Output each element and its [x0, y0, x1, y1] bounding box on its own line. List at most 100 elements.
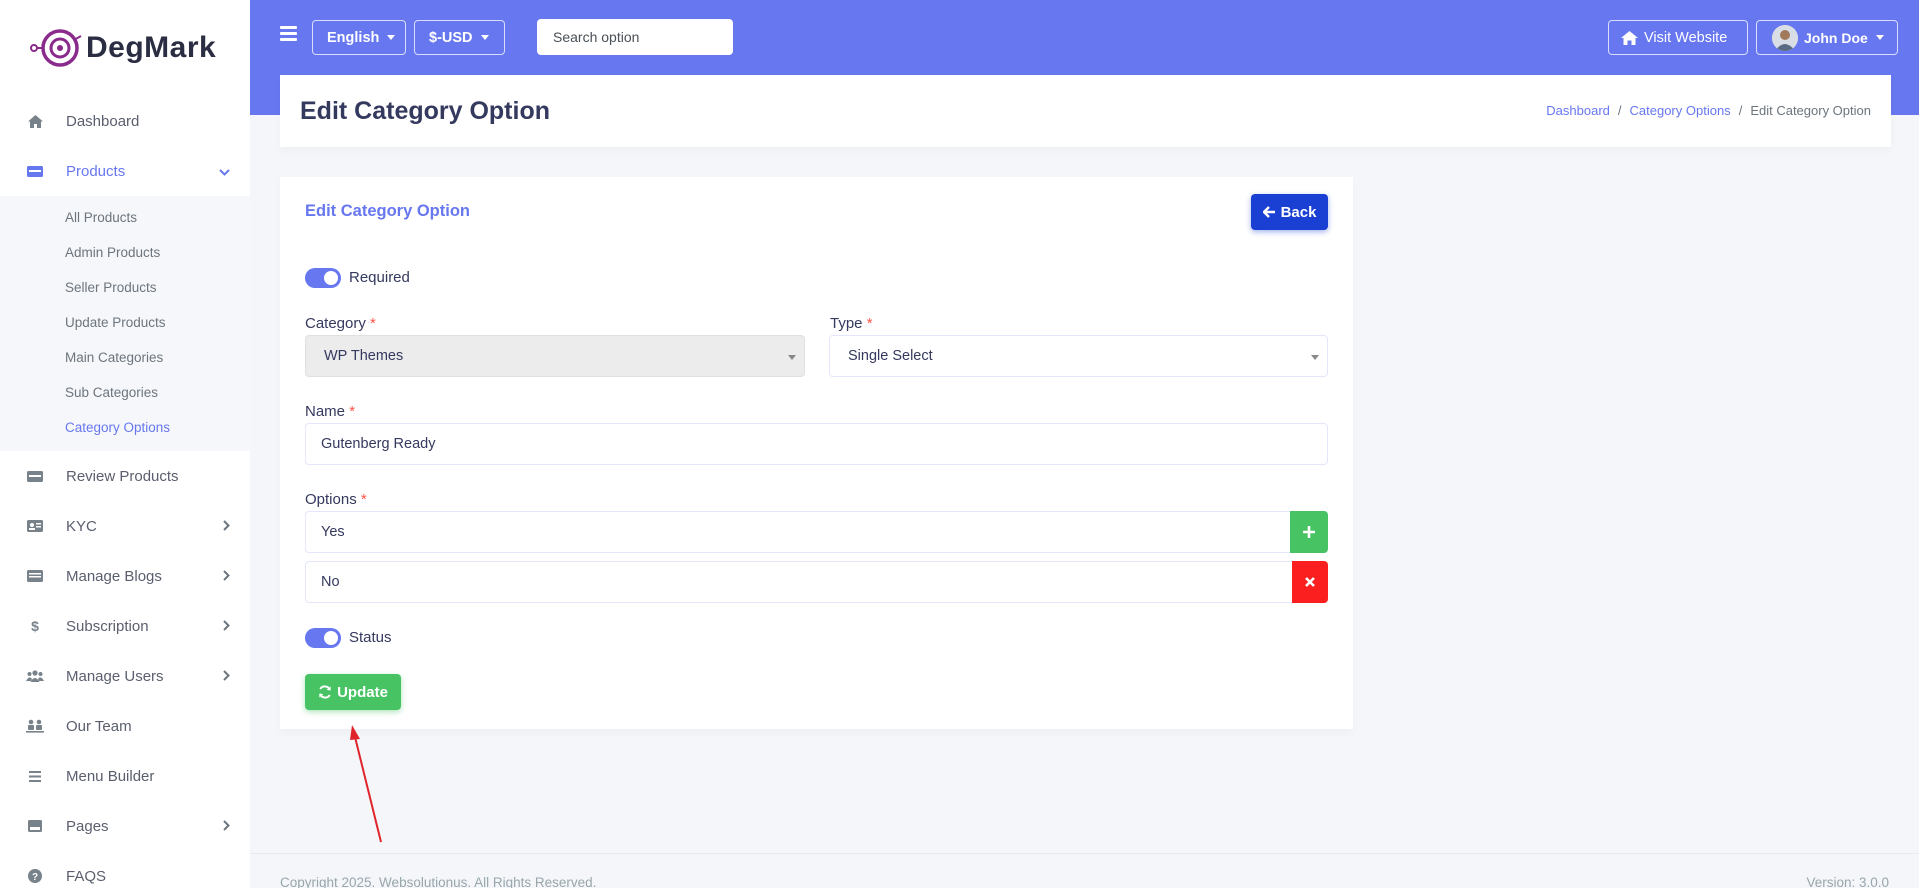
sidebar-item-dashboard[interactable]: Dashboard: [0, 96, 250, 146]
category-select[interactable]: WP Themes: [305, 335, 805, 377]
sidebar-item-review-products[interactable]: Review Products: [0, 451, 250, 501]
sidebar-item-main-categories[interactable]: Main Categories: [0, 340, 250, 375]
options-label-text: Options: [305, 491, 357, 508]
id-card-icon: [26, 520, 44, 532]
sidebar-item-label: Manage Users: [66, 667, 164, 685]
dropdown-arrow-icon: [788, 355, 796, 360]
question-icon: ?: [26, 869, 44, 883]
visit-website-button[interactable]: Visit Website: [1608, 20, 1748, 55]
plus-icon: [1303, 526, 1315, 538]
home-icon: [1621, 30, 1638, 45]
status-toggle[interactable]: [305, 628, 341, 648]
version-text: Version: 3.0.0: [1806, 875, 1889, 888]
list-icon: [26, 770, 44, 782]
option-input[interactable]: No: [305, 561, 1293, 603]
sidebar-item-label: Products: [66, 162, 126, 180]
user-name: John Doe: [1804, 29, 1868, 46]
sidebar-item-label: Menu Builder: [66, 767, 155, 785]
visit-website-label: Visit Website: [1644, 29, 1728, 46]
language-dropdown[interactable]: English: [312, 20, 406, 55]
option-input[interactable]: Yes: [305, 511, 1291, 553]
sidebar-item-category-options[interactable]: Category Options: [0, 410, 250, 445]
caret-down-icon: [387, 35, 396, 40]
search-input[interactable]: [537, 19, 733, 55]
sidebar-item-pages[interactable]: Pages: [0, 801, 250, 851]
sidebar-item-update-products[interactable]: Update Products: [0, 305, 250, 340]
page-title: Edit Category Option: [300, 96, 550, 125]
sidebar-item-label: FAQS: [66, 867, 107, 885]
sidebar-item-label: KYC: [66, 517, 97, 535]
edit-form-card: Edit Category Option Back Required Categ…: [280, 177, 1353, 729]
logo-icon: [30, 26, 84, 70]
caret-down-icon: [480, 35, 489, 40]
category-label: Category *: [305, 315, 376, 332]
type-label: Type *: [830, 315, 873, 332]
menu-toggle-icon[interactable]: [280, 26, 297, 44]
name-label: Name *: [305, 403, 355, 420]
sidebar-item-label: Review Products: [66, 467, 179, 485]
category-label-text: Category: [305, 315, 366, 332]
brand-name: DegMark: [86, 31, 217, 64]
back-button[interactable]: Back: [1251, 194, 1328, 230]
team-icon: [26, 719, 44, 733]
currency-dropdown[interactable]: $-USD: [414, 20, 505, 55]
sidebar-item-our-team[interactable]: Our Team: [0, 701, 250, 751]
sidebar-item-manage-users[interactable]: Manage Users: [0, 651, 250, 701]
svg-text:?: ?: [32, 872, 38, 883]
required-asterisk: *: [360, 491, 367, 508]
products-submenu: All Products Admin Products Seller Produ…: [0, 196, 250, 451]
sidebar-item-label: Pages: [66, 817, 109, 835]
required-label: Required: [349, 269, 410, 286]
chevron-right-icon: [223, 818, 230, 834]
type-value: Single Select: [848, 348, 933, 364]
type-select[interactable]: Single Select: [829, 335, 1328, 377]
sidebar-item-manage-blogs[interactable]: Manage Blogs: [0, 551, 250, 601]
sidebar-item-label: Subscription: [66, 617, 149, 635]
sidebar-item-products[interactable]: Products: [0, 146, 250, 196]
sidebar-item-admin-products[interactable]: Admin Products: [0, 235, 250, 270]
options-label: Options *: [305, 491, 367, 508]
dollar-icon: $: [31, 618, 39, 634]
chevron-right-icon: [223, 668, 230, 684]
breadcrumb-dashboard[interactable]: Dashboard: [1546, 103, 1610, 118]
sidebar-item-sub-categories[interactable]: Sub Categories: [0, 375, 250, 410]
sidebar-item-seller-products[interactable]: Seller Products: [0, 270, 250, 305]
user-menu[interactable]: John Doe: [1756, 20, 1898, 55]
sidebar-item-subscription[interactable]: $ Subscription: [0, 601, 250, 651]
update-button[interactable]: Update: [305, 674, 401, 710]
footer: Copyright 2025. Websolutionus. All Right…: [250, 853, 1919, 888]
chevron-right-icon: [223, 618, 230, 634]
sidebar-item-menu-builder[interactable]: Menu Builder: [0, 751, 250, 801]
chevron-down-icon: [219, 163, 230, 179]
required-asterisk: *: [866, 315, 873, 332]
sidebar-item-label: Dashboard: [66, 112, 140, 130]
sidebar-item-kyc[interactable]: KYC: [0, 501, 250, 551]
required-asterisk: *: [349, 403, 356, 420]
category-value: WP Themes: [324, 348, 404, 364]
card-title: Edit Category Option: [305, 202, 470, 220]
caret-down-icon: [1875, 35, 1884, 40]
products-icon: [26, 165, 44, 177]
name-input[interactable]: Gutenberg Ready: [305, 423, 1328, 465]
option-value: Yes: [321, 524, 345, 540]
type-label-text: Type: [830, 315, 863, 332]
back-label: Back: [1280, 203, 1317, 221]
sidebar-item-faqs[interactable]: ? FAQS: [0, 851, 250, 888]
name-label-text: Name: [305, 403, 346, 420]
chevron-right-icon: [223, 518, 230, 534]
logo[interactable]: DegMark: [0, 0, 250, 96]
chevron-right-icon: [223, 568, 230, 584]
page-header: Edit Category Option Dashboard / Category …: [280, 75, 1891, 147]
users-icon: [26, 670, 44, 682]
annotation-arrow-icon: [340, 722, 390, 852]
required-asterisk: *: [370, 315, 376, 332]
language-label: English: [327, 29, 380, 46]
breadcrumb-category-options[interactable]: Category Options: [1630, 103, 1731, 118]
required-toggle[interactable]: [305, 268, 341, 288]
arrow-left-icon: [1262, 206, 1276, 218]
remove-option-button[interactable]: [1292, 561, 1328, 603]
status-label: Status: [349, 629, 392, 646]
avatar: [1772, 24, 1798, 51]
sidebar-item-all-products[interactable]: All Products: [0, 200, 250, 235]
add-option-button[interactable]: [1290, 511, 1328, 553]
